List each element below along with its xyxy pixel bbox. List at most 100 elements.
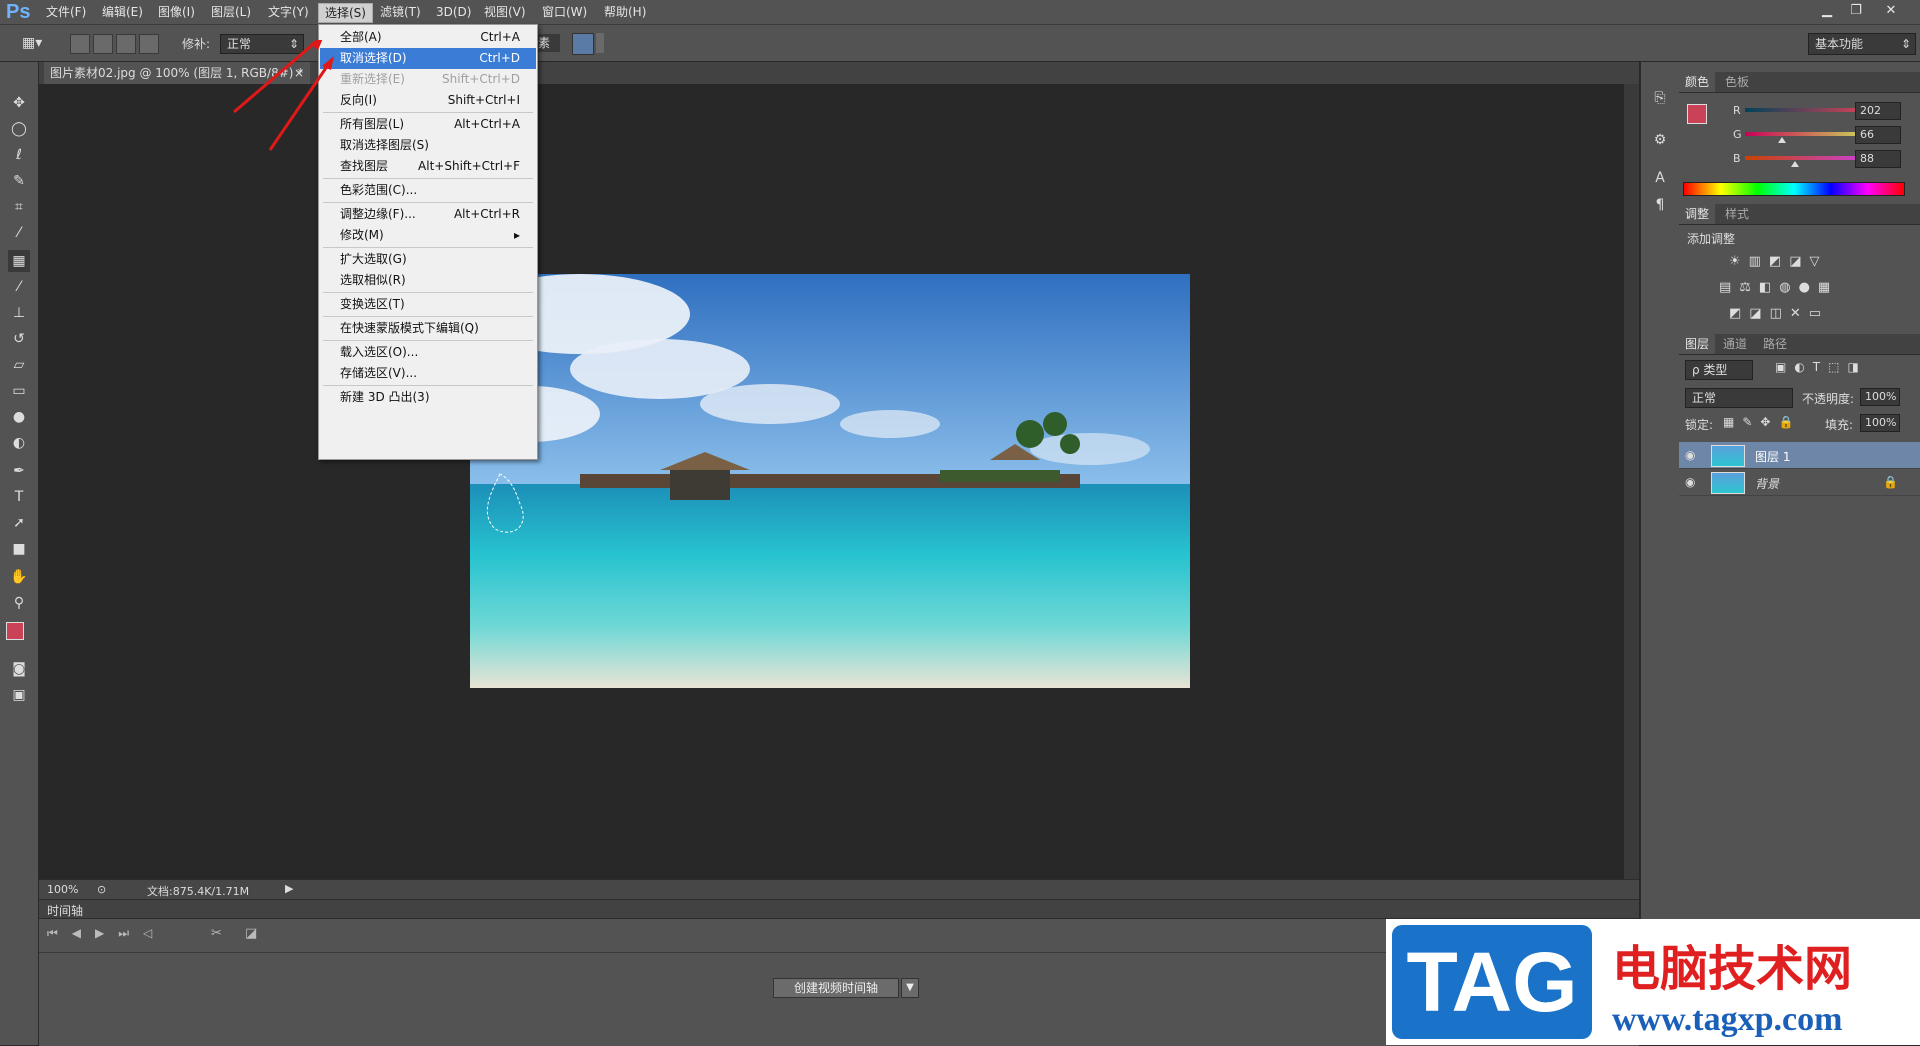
background-layer-name[interactable]: 背景: [1755, 475, 1779, 492]
menu-view[interactable]: 视图(V): [478, 3, 532, 21]
tab-color[interactable]: 颜色: [1679, 72, 1716, 92]
b-slider-thumb[interactable]: [1791, 161, 1800, 167]
tab-paths[interactable]: 路径: [1757, 334, 1793, 354]
r-value-field[interactable]: 202: [1855, 102, 1901, 120]
blend-mode-select[interactable]: 正常: [1685, 388, 1793, 408]
adjustment-icons-row-3[interactable]: ◩◪◫✕▭: [1729, 306, 1829, 321]
menu-item[interactable]: 存储选区(V)...: [320, 363, 536, 384]
blur-tool-icon[interactable]: ●: [8, 406, 30, 428]
quick-select-tool-icon[interactable]: ✎: [8, 170, 30, 192]
intersect-selection-icon[interactable]: [139, 34, 159, 54]
menu-item[interactable]: 选取相似(R): [320, 270, 536, 291]
move-tool-icon[interactable]: ✥: [8, 92, 30, 114]
hand-tool-icon[interactable]: ✋: [8, 566, 30, 588]
layer-row-background[interactable]: ◉ 背景 🔒: [1679, 469, 1920, 496]
path-select-tool-icon[interactable]: ➚: [8, 512, 30, 534]
menu-help[interactable]: 帮助(H): [598, 3, 652, 21]
menu-item[interactable]: 所有图层(L) Alt+Ctrl+A: [320, 114, 536, 135]
pattern-dropdown-icon[interactable]: [596, 33, 604, 53]
gradient-tool-icon[interactable]: ▭: [8, 380, 30, 402]
foreground-color-swatch[interactable]: [6, 622, 24, 640]
tab-channels[interactable]: 通道: [1717, 334, 1753, 354]
menu-file[interactable]: 文件(F): [40, 3, 92, 21]
lock-icons[interactable]: ▦✎✥🔒: [1723, 415, 1801, 429]
workspace-select[interactable]: 基本功能 ⇕: [1808, 33, 1916, 55]
timeline-title[interactable]: 时间轴: [47, 902, 83, 919]
layer-kind-filter[interactable]: ρ 类型: [1685, 360, 1753, 380]
crop-tool-icon[interactable]: ⌗: [8, 196, 30, 218]
transparent-option[interactable]: 素: [538, 34, 560, 52]
layer-row-layer-1[interactable]: ◉ 图层 1: [1679, 442, 1920, 469]
menu-item[interactable]: 反向(I) Shift+Ctrl+I: [320, 90, 536, 111]
menu-item[interactable]: 修改(M) ▸: [320, 225, 536, 246]
g-value-field[interactable]: 66: [1855, 126, 1901, 144]
menu-window[interactable]: 窗口(W): [536, 3, 593, 21]
eyedropper-tool-icon[interactable]: ⁄: [8, 222, 30, 244]
patch-tool-preset-icon[interactable]: ▦▾: [22, 34, 52, 52]
use-pattern-icon[interactable]: [572, 33, 594, 55]
opacity-field[interactable]: 100%: [1860, 388, 1900, 406]
menu-layer[interactable]: 图层(L): [205, 3, 257, 21]
timeline-mode-dropdown-icon[interactable]: ▼: [901, 978, 919, 998]
layer-filter-icons[interactable]: ▣◐T⬚◨: [1775, 360, 1867, 374]
g-slider-thumb[interactable]: [1778, 137, 1787, 143]
pen-tool-icon[interactable]: ✒: [8, 460, 30, 482]
lasso-tool-icon[interactable]: ℓ: [8, 144, 30, 166]
menu-item[interactable]: 调整边缘(F)... Alt+Ctrl+R: [320, 204, 536, 225]
menu-item[interactable]: 全部(A) Ctrl+A: [320, 27, 536, 48]
dodge-tool-icon[interactable]: ◐: [8, 432, 30, 454]
tab-adjustments[interactable]: 调整: [1679, 204, 1716, 224]
marquee-tool-icon[interactable]: ◯: [8, 118, 30, 140]
color-spectrum-ramp[interactable]: [1683, 182, 1905, 196]
menu-item[interactable]: 色彩范围(C)...: [320, 180, 536, 201]
menu-filter[interactable]: 滤镜(T): [374, 3, 427, 21]
layer-1-name[interactable]: 图层 1: [1755, 448, 1790, 465]
menu-image[interactable]: 图像(I): [152, 3, 201, 21]
color-panel-foreground-swatch[interactable]: [1687, 104, 1707, 124]
eraser-tool-icon[interactable]: ▱: [8, 354, 30, 376]
type-tool-icon[interactable]: T: [8, 486, 30, 508]
transition-icon[interactable]: ◪: [245, 926, 257, 941]
menu-item[interactable]: 载入选区(O)...: [320, 342, 536, 363]
minimize-icon[interactable]: ▁: [1816, 2, 1838, 20]
menu-item[interactable]: 扩大选取(G): [320, 249, 536, 270]
subtract-selection-icon[interactable]: [116, 34, 136, 54]
zoom-tool-icon[interactable]: ⚲: [8, 592, 30, 614]
menu-item[interactable]: 新建 3D 凸出(3): [320, 387, 536, 408]
character-panel-icon[interactable]: A: [1649, 170, 1671, 192]
adjustment-icons-row-2[interactable]: ▤⚖◧◍●▦: [1719, 280, 1838, 295]
b-value-field[interactable]: 88: [1855, 150, 1901, 168]
brush-tool-icon[interactable]: ⁄: [8, 276, 30, 298]
canvas-vertical-scrollbar[interactable]: [1624, 84, 1639, 879]
new-selection-icon[interactable]: [70, 34, 90, 54]
restore-icon[interactable]: ❐: [1845, 2, 1867, 20]
menu-item[interactable]: 在快速蒙版模式下编辑(Q): [320, 318, 536, 339]
tab-layers[interactable]: 图层: [1679, 334, 1716, 354]
menu-item[interactable]: 变换选区(T): [320, 294, 536, 315]
menu-item[interactable]: 取消选择图层(S): [320, 135, 536, 156]
tab-swatches[interactable]: 色板: [1719, 72, 1755, 92]
menu-item[interactable]: 取消选择(D) Ctrl+D: [320, 48, 536, 69]
add-selection-icon[interactable]: [93, 34, 113, 54]
paragraph-panel-icon[interactable]: ¶: [1649, 197, 1671, 219]
history-panel-icon[interactable]: ⎘: [1649, 90, 1671, 112]
menu-3d[interactable]: 3D(D): [430, 3, 477, 21]
tab-styles[interactable]: 样式: [1719, 204, 1755, 224]
visibility-eye-icon[interactable]: ◉: [1685, 475, 1695, 489]
zoom-level[interactable]: 100%: [47, 883, 78, 896]
timeline-playback-controls[interactable]: ⏮◀▶⏭◁: [47, 926, 166, 941]
beach-photo[interactable]: [470, 274, 1190, 688]
menu-type[interactable]: 文字(Y): [262, 3, 315, 21]
history-brush-tool-icon[interactable]: ↺: [8, 328, 30, 350]
shape-tool-icon[interactable]: ■: [8, 538, 30, 560]
quick-mask-icon[interactable]: ◙: [8, 658, 30, 680]
close-icon[interactable]: ✕: [1880, 2, 1902, 20]
patch-tool-icon[interactable]: ▦: [8, 250, 30, 272]
screen-mode-icon[interactable]: ▣: [8, 684, 30, 706]
visibility-eye-icon[interactable]: ◉: [1685, 448, 1695, 462]
properties-panel-icon[interactable]: ⚙: [1649, 132, 1671, 154]
menu-item[interactable]: 查找图层 Alt+Shift+Ctrl+F: [320, 156, 536, 177]
split-clip-icon[interactable]: ✂: [211, 926, 222, 941]
fill-field[interactable]: 100%: [1860, 414, 1900, 432]
stamp-tool-icon[interactable]: ⊥: [8, 302, 30, 324]
